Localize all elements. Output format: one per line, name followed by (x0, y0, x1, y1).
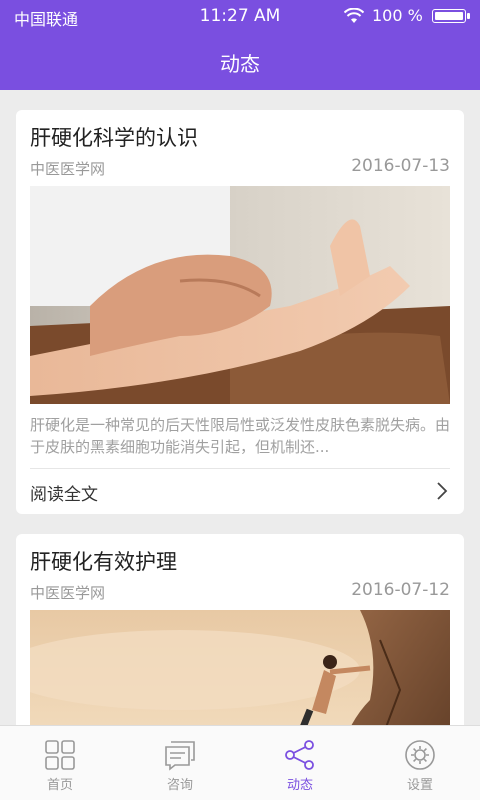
settings-icon (405, 740, 435, 770)
status-bar: 中国联通 11:27 AM 100 % (0, 0, 480, 30)
tab-label: 设置 (406, 778, 433, 793)
grid-icon (45, 740, 75, 770)
bottom-tab-bar: 首页 咨询 动态 设置 (0, 725, 480, 800)
article-image[interactable] (30, 610, 450, 725)
chevron-right-icon[interactable] (436, 482, 448, 500)
read-more-link[interactable]: 阅读全文 (30, 480, 98, 505)
tab-home[interactable]: 首页 (0, 726, 120, 800)
tab-feed[interactable]: 动态 (240, 726, 360, 800)
article-date: 2016-07-12 (351, 580, 450, 600)
article-title[interactable]: 肝硬化有效护理 (30, 546, 177, 576)
tab-settings[interactable]: 设置 (360, 726, 480, 800)
page-title: 动态 (220, 52, 260, 76)
article-date: 2016-07-13 (351, 156, 450, 176)
tab-label: 首页 (46, 778, 73, 793)
divider (30, 468, 450, 469)
tab-consult[interactable]: 咨询 (120, 726, 240, 800)
article-card[interactable]: 肝硬化有效护理 中医医学网 2016-07-12 (16, 534, 464, 725)
article-image[interactable] (30, 186, 450, 404)
tab-label: 动态 (286, 778, 313, 793)
app-header: 中国联通 11:27 AM 100 % 动态 (0, 0, 480, 90)
battery-percent: 100 % (372, 6, 423, 25)
article-summary: 肝硬化是一种常见的后天性限局性或泛发性皮肤色素脱失病。由于皮肤的黑素细胞功能消失… (30, 416, 451, 456)
tab-label: 咨询 (166, 778, 193, 793)
battery-icon (432, 9, 470, 23)
wifi-icon (344, 8, 364, 23)
chat-icon (165, 741, 195, 771)
share-icon (285, 740, 314, 770)
article-source: 中医医学网 (30, 584, 106, 602)
article-card[interactable]: 肝硬化科学的认识 中医医学网 2016-07-13 肝硬化是一种常见的后天性限局… (16, 110, 464, 514)
news-feed[interactable]: 肝硬化科学的认识 中医医学网 2016-07-13 肝硬化是一种常见的后天性限局… (0, 90, 480, 725)
article-title[interactable]: 肝硬化科学的认识 (30, 122, 198, 152)
article-source: 中医医学网 (30, 160, 106, 178)
